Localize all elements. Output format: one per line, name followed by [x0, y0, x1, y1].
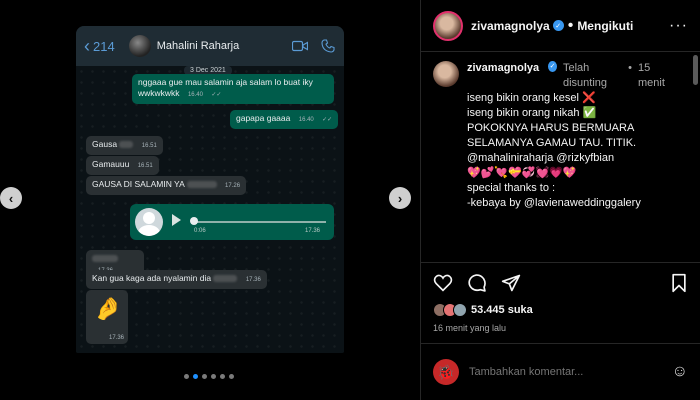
- separator-dot: •: [567, 16, 574, 34]
- chat-screenshot: ‹ 214 Mahalini Raharja 3 Dec 2021 nggaaa…: [76, 26, 344, 353]
- comment-input[interactable]: [469, 366, 672, 378]
- pinched-hand-icon: 🤌: [94, 296, 122, 321]
- caption-body: zivamagnolya ✓ Telah disunting • 15 meni…: [467, 61, 672, 211]
- edited-label: Telah disunting: [563, 62, 608, 89]
- verified-badge-icon: ✓: [548, 61, 557, 72]
- message-time: 17.36: [108, 335, 124, 341]
- previous-slide-button[interactable]: ‹: [0, 187, 22, 209]
- message-time: 16.51: [141, 143, 157, 149]
- carousel-dot: [202, 374, 207, 379]
- caption-scrollbar[interactable]: [693, 55, 698, 85]
- author-avatar[interactable]: [433, 10, 463, 41]
- sticker-message: 🤌 17.36: [86, 290, 128, 344]
- redacted-text: [213, 275, 238, 283]
- action-icons: [433, 273, 688, 293]
- play-icon: [172, 214, 181, 226]
- following-button[interactable]: Mengikuti: [577, 19, 633, 33]
- message-bubble: nggaaa gue mau salamin aja salam lo buat…: [132, 74, 334, 104]
- carousel-dot: [229, 374, 234, 379]
- post-actions: 53.445 suka 16 menit yang lalu: [421, 262, 700, 333]
- message-bubble: Gamauuu 16.51: [86, 156, 159, 175]
- caption-line: iseng bikin orang nikah ✅: [467, 107, 597, 119]
- share-icon[interactable]: [501, 273, 521, 293]
- likes-row: 53.445 suka: [433, 303, 688, 317]
- commenter-avatar: 🐞: [433, 359, 459, 385]
- message-text: Kan gua kaga ada nyalamin dia: [92, 273, 212, 283]
- message-bubble: Kan gua kaga ada nyalamin dia 17.36: [86, 270, 267, 289]
- caption: zivamagnolya ✓ Telah disunting • 15 meni…: [433, 61, 679, 211]
- voice-sender-avatar: [135, 208, 163, 236]
- voice-progress-track: [194, 221, 326, 223]
- contact-avatar: [128, 35, 151, 57]
- caption-meta: zivamagnolya ✓ Telah disunting • 15 meni…: [467, 61, 672, 91]
- message-time: 16.51: [137, 163, 153, 169]
- author-username[interactable]: zivamagnolya: [471, 19, 550, 33]
- double-check-icon: ✓✓: [322, 117, 333, 123]
- message-time: 17.26: [225, 183, 241, 189]
- carousel-indicator: [184, 374, 234, 379]
- message-text: nggaaa gue mau salamin aja salam lo buat…: [138, 77, 313, 98]
- caption-line: special thanks to :: [467, 182, 556, 194]
- redacted-text: [119, 141, 134, 149]
- likes-count[interactable]: 53.445 suka: [471, 304, 533, 316]
- carousel-dot: [211, 374, 216, 379]
- chat-body: 3 Dec 2021 nggaaa gue mau salamin aja sa…: [76, 66, 344, 353]
- video-call-icon: [292, 40, 308, 52]
- message-text: gapapa gaaaa: [236, 113, 291, 123]
- caption-line: -kebaya by @lavienaweddinggalery: [467, 197, 641, 209]
- message-bubble: GAUSA DI SALAMIN YA 17.26: [86, 176, 247, 195]
- chat-header: ‹ 214 Mahalini Raharja: [76, 26, 344, 66]
- voice-progress-knob: [190, 217, 198, 225]
- double-check-icon: ✓✓: [211, 92, 222, 98]
- message-text: GAUSA DI SALAMIN YA: [92, 179, 185, 189]
- voice-message: 0:06 17.36: [130, 204, 334, 240]
- message-time: 17.36: [245, 277, 261, 283]
- post-panel: zivamagnolya ✓ • Mengikuti ··· zivamagno…: [420, 0, 700, 400]
- emoji-icon[interactable]: ☺: [672, 363, 688, 381]
- save-bookmark-icon[interactable]: [670, 273, 688, 293]
- caption-line: POKOKNYA HARUS BERMUARA SELAMANYA GAMAU …: [467, 122, 640, 164]
- message-bubble: Gausa 16.51: [86, 136, 163, 155]
- separator-dot: •: [628, 62, 632, 74]
- post-time-ago: 16 menit yang lalu: [433, 323, 507, 333]
- caption-username[interactable]: zivamagnolya: [467, 61, 539, 91]
- redacted-text: [186, 181, 217, 189]
- caption-line: iseng bikin orang kesel ❌: [467, 92, 596, 104]
- contact-name: Mahalini Raharja: [156, 40, 240, 52]
- redacted-text: [92, 255, 118, 263]
- more-options-icon[interactable]: ···: [669, 17, 688, 35]
- carousel-dot: [220, 374, 225, 379]
- back-count: 214: [93, 38, 115, 54]
- carousel-dot-active: [193, 374, 198, 379]
- phone-call-icon: [321, 39, 335, 53]
- chevron-left-icon: ‹: [84, 36, 90, 56]
- message-text: Gausa: [92, 139, 118, 149]
- carousel-dot: [184, 374, 189, 379]
- verified-badge-icon: ✓: [552, 20, 564, 31]
- liker-avatar: [453, 303, 467, 317]
- post-media: ‹ › ‹ 214 Mahalini Raharja 3 Dec 2021 ng…: [0, 0, 420, 400]
- message-time: 16.40: [187, 92, 203, 98]
- chat-back: ‹ 214: [84, 37, 115, 55]
- message-text: Gamauuu: [92, 159, 130, 169]
- message-bubble: gapapa gaaaa 16.40 ✓✓: [230, 110, 339, 129]
- caption-time: 15 menit: [637, 62, 665, 89]
- comment-bar: 🐞 ☺: [421, 343, 700, 400]
- caption-area: zivamagnolya ✓ Telah disunting • 15 meni…: [421, 53, 691, 261]
- next-slide-button[interactable]: ›: [389, 187, 411, 209]
- voice-time: 17.36: [304, 228, 320, 234]
- caption-line: 💖💕💘💝💞💓💗💖: [467, 167, 577, 179]
- post-header: zivamagnolya ✓ • Mengikuti ···: [421, 0, 700, 52]
- voice-duration: 0:06: [194, 228, 206, 234]
- like-heart-icon[interactable]: [433, 274, 453, 292]
- caption-avatar[interactable]: [433, 61, 459, 87]
- comment-icon[interactable]: [467, 273, 487, 293]
- message-time: 16.40: [298, 117, 314, 123]
